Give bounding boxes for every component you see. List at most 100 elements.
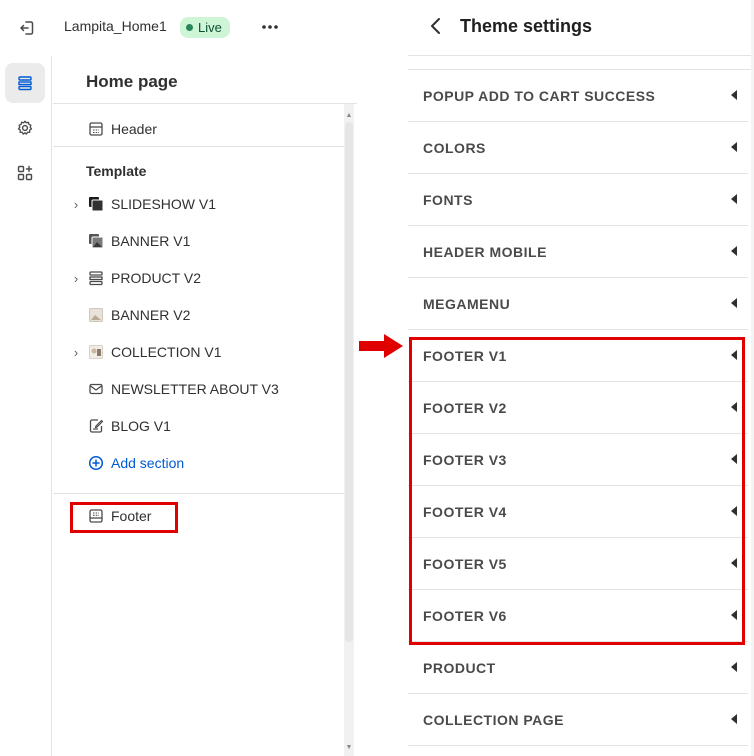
editor-topbar: Lampita_Home1 Live xyxy=(0,0,358,56)
red-arrow-icon xyxy=(359,334,403,358)
more-horizontal-icon xyxy=(262,25,278,29)
theme-setting-row[interactable]: HEADER MOBILE xyxy=(408,226,748,278)
theme-setting-label: COLLECTION PAGE xyxy=(423,712,565,728)
chevron-right-icon[interactable]: › xyxy=(70,197,82,212)
section-label: Footer xyxy=(111,508,152,524)
more-actions-button[interactable] xyxy=(258,15,282,39)
panel-scrollbar[interactable]: ▲ ▼ xyxy=(344,104,354,756)
section-item-header[interactable]: Header xyxy=(53,114,345,144)
status-badge-label: Live xyxy=(198,20,222,35)
slideshow-icon xyxy=(89,197,104,212)
theme-setting-label: FONTS xyxy=(423,192,473,208)
section-label: BANNER V1 xyxy=(111,233,191,249)
theme-setting-label: PRODUCT xyxy=(423,660,496,676)
theme-settings-title: Theme settings xyxy=(460,16,593,36)
theme-setting-row[interactable]: MEGAMENU xyxy=(408,278,748,330)
section-label: COLLECTION V1 xyxy=(111,344,222,360)
theme-setting-row[interactable]: COLLECTION PAGE xyxy=(408,694,748,746)
section-item-newsletter-about-v3[interactable]: NEWSLETTER ABOUT V3 xyxy=(53,374,345,404)
theme-setting-label: MEGAMENU xyxy=(423,296,511,312)
rail-apps-button[interactable] xyxy=(5,153,45,193)
theme-setting-row[interactable]: FOOTER V3 xyxy=(408,434,748,486)
caret-left-icon xyxy=(731,142,737,152)
theme-setting-row[interactable]: FOOTER V6 xyxy=(408,590,748,642)
theme-setting-row[interactable]: COLORS xyxy=(408,122,748,174)
section-label: BANNER V2 xyxy=(111,307,191,323)
section-item-blog-v1[interactable]: BLOG V1 xyxy=(53,411,345,441)
page-title: Home page xyxy=(86,72,178,91)
blog-icon xyxy=(89,419,104,433)
footer-layout-icon xyxy=(89,509,103,523)
caret-left-icon xyxy=(731,714,737,724)
exit-button[interactable] xyxy=(14,15,40,41)
live-dot-icon xyxy=(186,24,193,31)
add-section-label: Add section xyxy=(111,455,185,471)
header-layout-icon xyxy=(89,122,103,136)
caret-left-icon xyxy=(731,298,737,308)
theme-setting-label: FOOTER V6 xyxy=(423,608,507,624)
caret-left-icon xyxy=(731,662,737,672)
caret-left-icon xyxy=(731,610,737,620)
caret-left-icon xyxy=(731,506,737,516)
section-item-slideshow-v1[interactable]: › SLIDESHOW V1 xyxy=(53,189,345,219)
caret-left-icon xyxy=(731,558,737,568)
theme-settings-header: Theme settings xyxy=(408,0,754,56)
chevron-right-icon[interactable]: › xyxy=(70,271,82,286)
theme-setting-row[interactable]: FONTS xyxy=(408,174,748,226)
caret-left-icon xyxy=(731,350,737,360)
theme-setting-row[interactable]: FOOTER V2 xyxy=(408,382,748,434)
section-label: PRODUCT V2 xyxy=(111,270,201,286)
theme-setting-row[interactable]: POPUP ADD TO CART SUCCESS xyxy=(408,70,748,122)
chevron-right-icon[interactable]: › xyxy=(70,345,82,360)
caret-left-icon xyxy=(731,454,737,464)
rail-theme-settings-button[interactable] xyxy=(5,108,45,148)
image-thumb-icon xyxy=(89,308,103,322)
email-icon xyxy=(89,383,103,395)
theme-setting-row[interactable]: FOOTER V1 xyxy=(408,330,748,382)
section-label: BLOG V1 xyxy=(111,418,171,434)
theme-setting-label: FOOTER V4 xyxy=(423,504,507,520)
scroll-down-icon[interactable]: ▼ xyxy=(345,744,353,752)
theme-setting-row[interactable]: FOOTER V5 xyxy=(408,538,748,590)
section-label: SLIDESHOW V1 xyxy=(111,196,217,212)
add-section-button[interactable]: Add section xyxy=(53,448,345,478)
section-label: Header xyxy=(111,121,157,137)
store-name[interactable]: Lampita_Home1 xyxy=(64,18,167,34)
apps-add-icon xyxy=(17,165,33,181)
section-item-banner-v1[interactable]: BANNER V1 xyxy=(53,226,345,256)
image-thumb-icon xyxy=(89,234,104,249)
theme-setting-row[interactable]: FOOTER V4 xyxy=(408,486,748,538)
theme-setting-label: HEADER MOBILE xyxy=(423,244,547,260)
theme-setting-row[interactable]: PRODUCT xyxy=(408,642,748,694)
caret-left-icon xyxy=(731,246,737,256)
theme-setting-label: FOOTER V2 xyxy=(423,400,507,416)
divider xyxy=(53,146,345,147)
editor-rail xyxy=(0,56,52,756)
settings-gear-icon xyxy=(17,120,33,135)
sections-icon xyxy=(18,76,32,91)
scroll-up-icon[interactable]: ▲ xyxy=(345,112,353,120)
rail-sections-button[interactable] xyxy=(5,63,45,103)
section-item-collection-v1[interactable]: › COLLECTION V1 xyxy=(53,337,345,367)
theme-setting-label: FOOTER V1 xyxy=(423,348,507,364)
divider xyxy=(53,493,345,494)
caret-left-icon xyxy=(731,402,737,412)
status-badge: Live xyxy=(180,17,230,38)
add-circle-icon xyxy=(88,455,104,471)
theme-setting-label: POPUP ADD TO CART SUCCESS xyxy=(423,88,656,104)
sections-panel: Home page Header Template › SLIDESHOW V1… xyxy=(53,56,357,756)
template-heading: Template xyxy=(86,163,147,179)
section-item-banner-v2[interactable]: BANNER V2 xyxy=(53,300,345,330)
back-arrow-icon[interactable] xyxy=(426,14,446,38)
caret-left-icon xyxy=(731,90,737,100)
section-item-footer[interactable]: Footer xyxy=(53,501,345,531)
theme-setting-label: FOOTER V3 xyxy=(423,452,507,468)
scrollbar-thumb[interactable] xyxy=(345,122,353,642)
exit-icon xyxy=(20,21,34,35)
theme-setting-label: COLORS xyxy=(423,140,486,156)
section-item-product-v2[interactable]: › PRODUCT V2 xyxy=(53,263,345,293)
product-list-icon xyxy=(89,271,103,286)
caret-left-icon xyxy=(731,194,737,204)
theme-settings-panel: Theme settings POPUP ADD TO CART SUCCESS… xyxy=(408,0,754,756)
list-top-divider xyxy=(408,56,754,70)
